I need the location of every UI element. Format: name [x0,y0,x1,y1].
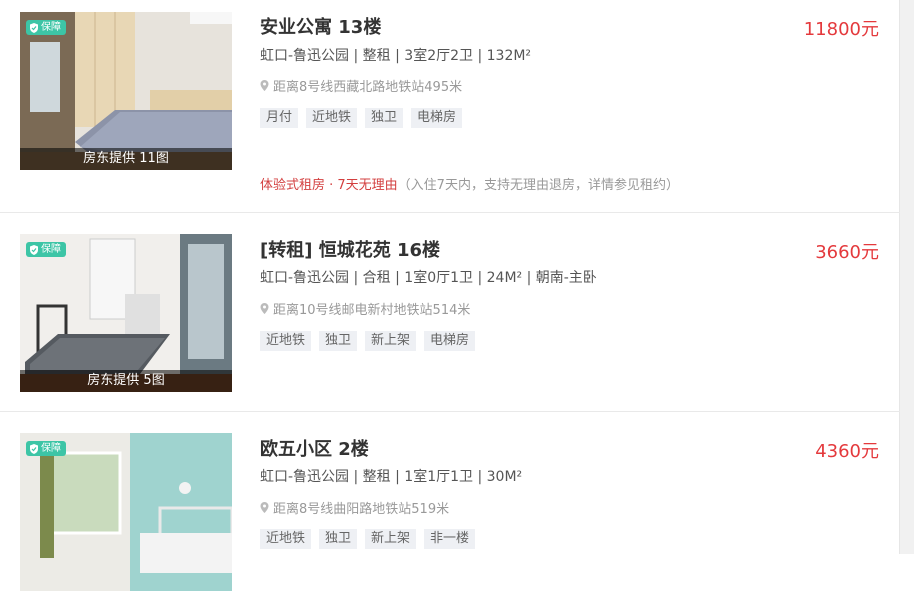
listing-price: 11800元 [803,19,879,40]
tag-list: 月付 近地铁 独卫 电梯房 [260,108,463,128]
badge-label: 保障 [41,443,61,454]
tag: 新上架 [365,331,417,351]
listing-title[interactable]: 欧五小区 2楼 [260,435,369,461]
tag: 电梯房 [411,108,463,128]
shield-check-icon [30,244,38,255]
shield-check-icon [30,443,38,454]
bedroom-photo [20,12,232,170]
listing-price: 4360元 [815,441,879,462]
photo-count-caption: 房东提供 5图 [20,370,232,392]
map-pin-icon [260,502,269,513]
listing-price: 3660元 [815,242,879,263]
tag: 独卫 [319,331,358,351]
tag-list: 近地铁 独卫 新上架 非一楼 [260,529,476,549]
listing-photo[interactable]: 保障 [20,433,232,591]
tag: 近地铁 [306,108,358,128]
bedroom-photo [20,433,232,591]
badge-label: 保障 [41,244,61,255]
page-scrollbar[interactable] [899,0,914,554]
promo-highlight: 体验式租房 · 7天无理由 [260,178,398,193]
tag: 非一楼 [424,529,476,549]
listing-photo[interactable]: 保障 房东提供 11图 [20,12,232,170]
shield-check-icon [30,22,38,33]
subway-text: 距离8号线西藏北路地铁站495米 [273,80,463,95]
map-pin-icon [260,303,269,314]
listing-card[interactable]: 保障 欧五小区 2楼 4360元 虹口-鲁迅公园 | 整租 | 1室1厅1卫 |… [0,412,900,591]
subway-distance: 距离10号线邮电新村地铁站514米 [260,299,470,318]
tag: 月付 [260,108,299,128]
subway-distance: 距离8号线西藏北路地铁站495米 [260,76,462,95]
subway-distance: 距离8号线曲阳路地铁站519米 [260,498,449,517]
tag: 独卫 [319,529,358,549]
listing-meta: 虹口-鲁迅公园 | 整租 | 3室2厅2卫 | 132M² [260,48,532,64]
trial-rental-promo: 体验式租房 · 7天无理由（入住7天内，支持无理由退房，详情参见租约） [260,174,679,193]
listing-meta: 虹口-鲁迅公园 | 合租 | 1室0厅1卫 | 24M² | 朝南-主卧 [260,270,597,286]
bedroom-photo [20,234,232,392]
tag-list: 近地铁 独卫 新上架 电梯房 [260,331,476,351]
listing-card[interactable]: 保障 房东提供 5图 [转租] 恒城花苑 16楼 3660元 虹口-鲁迅公园 |… [0,213,900,411]
listing-card[interactable]: 保障 房东提供 11图 安业公寓 13楼 11800元 虹口-鲁迅公园 | 整租… [0,0,900,212]
listing-photo[interactable]: 保障 房东提供 5图 [20,234,232,392]
guarantee-badge: 保障 [26,242,66,257]
promo-note: （入住7天内，支持无理由退房，详情参见租约） [397,178,679,193]
tag: 新上架 [365,529,417,549]
photo-count-caption: 房东提供 11图 [20,148,232,170]
tag: 近地铁 [260,331,312,351]
badge-label: 保障 [41,22,61,33]
tag: 独卫 [365,108,404,128]
subway-text: 距离8号线曲阳路地铁站519米 [273,502,450,517]
listing-title[interactable]: [转租] 恒城花苑 16楼 [260,236,440,262]
listing-meta: 虹口-鲁迅公园 | 整租 | 1室1厅1卫 | 30M² [260,469,523,485]
guarantee-badge: 保障 [26,441,66,456]
map-pin-icon [260,80,269,91]
tag: 电梯房 [424,331,476,351]
listing-title[interactable]: 安业公寓 13楼 [260,13,381,39]
subway-text: 距离10号线邮电新村地铁站514米 [273,303,471,318]
guarantee-badge: 保障 [26,20,66,35]
tag: 近地铁 [260,529,312,549]
